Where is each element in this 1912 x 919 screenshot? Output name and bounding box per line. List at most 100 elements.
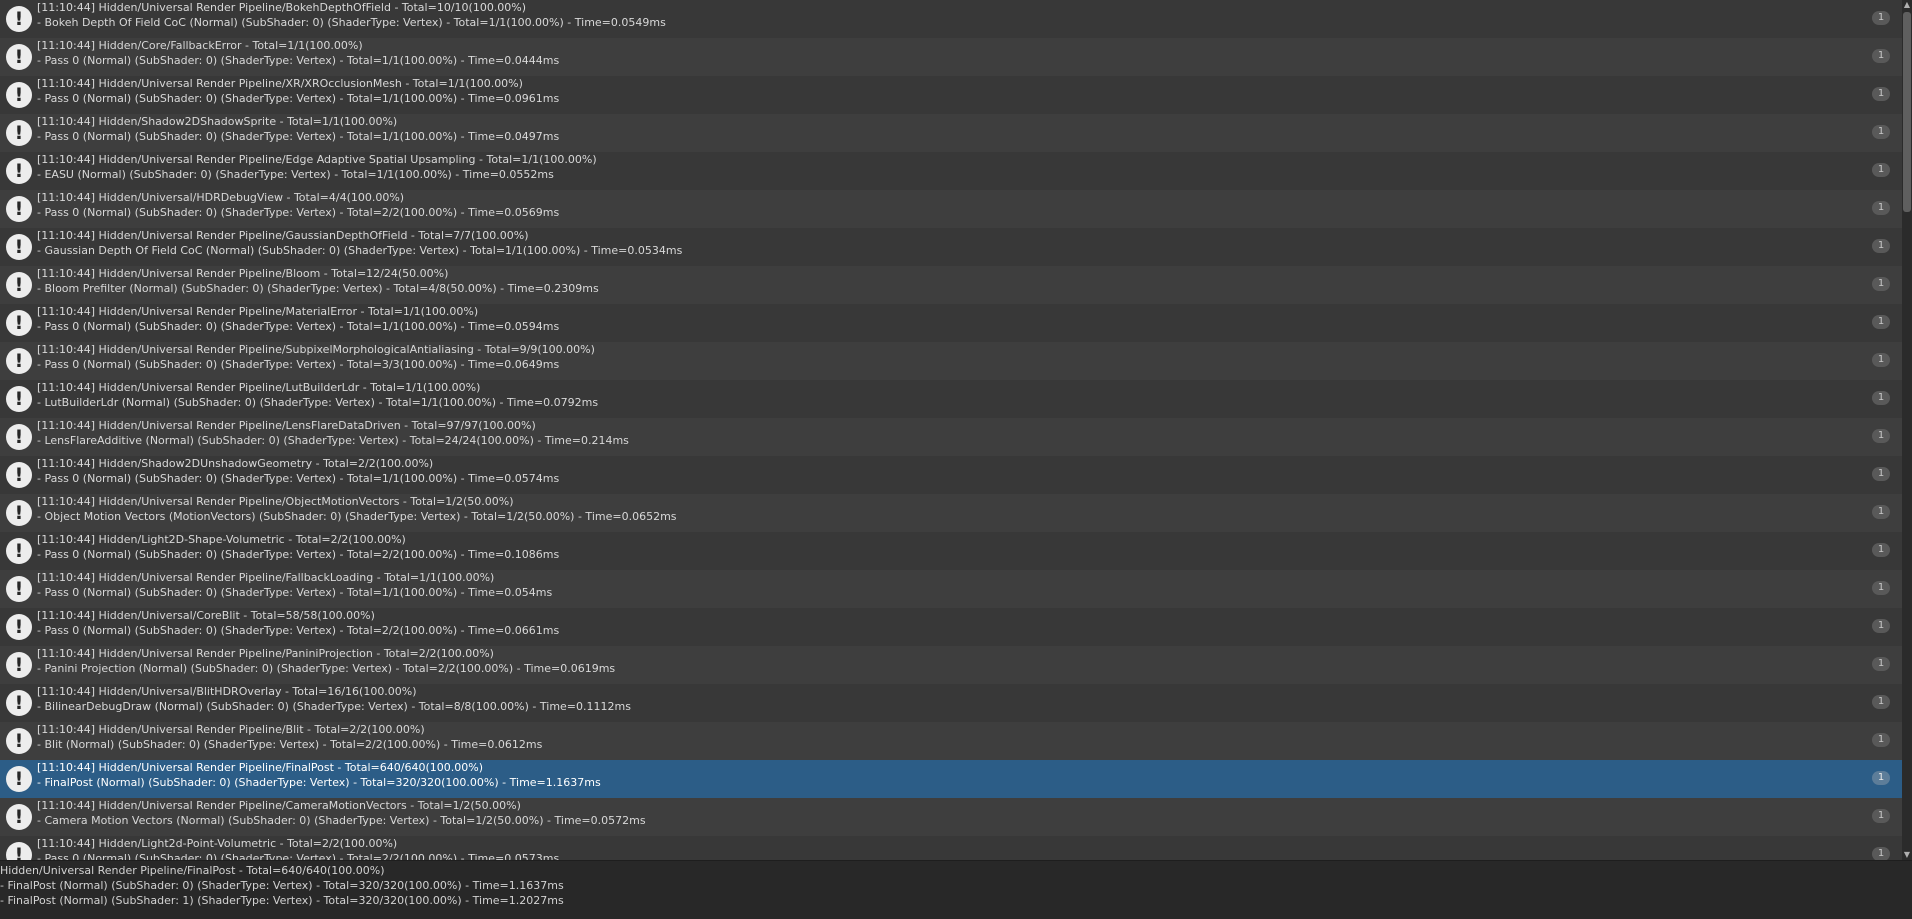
collapse-count-badge: 1 (1872, 771, 1890, 785)
log-entry-text: [11:10:44] Hidden/Shadow2DShadowSprite -… (37, 114, 1842, 144)
log-entry-line2: - Pass 0 (Normal) (SubShader: 0) (Shader… (37, 472, 560, 485)
collapse-count-badge: 1 (1872, 543, 1890, 557)
log-entry-line2: - Pass 0 (Normal) (SubShader: 0) (Shader… (37, 54, 560, 67)
log-entry-row[interactable]: ! [11:10:44] Hidden/Light2d-Point-Volumet… (0, 836, 1902, 860)
collapse-count-badge: 1 (1872, 809, 1890, 823)
log-entry-text: [11:10:44] Hidden/Universal Render Pipel… (37, 266, 1842, 296)
warning-exclamation-icon: ! (6, 6, 32, 32)
collapse-count-badge: 1 (1872, 429, 1890, 443)
log-entry-row[interactable]: ! [11:10:44] Hidden/Universal Render Pipe… (0, 228, 1902, 266)
log-entry-line1: [11:10:44] Hidden/Universal Render Pipel… (37, 1, 527, 14)
log-entry-line1: [11:10:44] Hidden/Universal Render Pipel… (37, 495, 514, 508)
log-entry-text: [11:10:44] Hidden/Universal Render Pipel… (37, 760, 1842, 790)
collapse-count-badge: 1 (1872, 467, 1890, 481)
log-entry-line2: - Bloom Prefilter (Normal) (SubShader: 0… (37, 282, 599, 295)
log-entry-row[interactable]: ! [11:10:44] Hidden/Universal Render Pipe… (0, 494, 1902, 532)
detail-line: Hidden/Universal Render Pipeline/FinalPo… (0, 864, 385, 877)
log-entry-text: [11:10:44] Hidden/Light2d-Point-Volumetr… (37, 836, 1842, 860)
log-entry-line2: - Pass 0 (Normal) (SubShader: 0) (Shader… (37, 548, 560, 561)
log-entry-row[interactable]: ! [11:10:44] Hidden/Universal Render Pipe… (0, 646, 1902, 684)
collapse-count-badge: 1 (1872, 733, 1890, 747)
collapse-count-badge: 1 (1872, 163, 1890, 177)
log-entry-line2: - Bokeh Depth Of Field CoC (Normal) (Sub… (37, 16, 666, 29)
log-entry-line1: [11:10:44] Hidden/Core/FallbackError - T… (37, 39, 363, 52)
warning-exclamation-icon: ! (6, 272, 32, 298)
warning-exclamation-icon: ! (6, 576, 32, 602)
log-entry-line2: - Pass 0 (Normal) (SubShader: 0) (Shader… (37, 206, 560, 219)
log-entry-line1: [11:10:44] Hidden/Universal Render Pipel… (37, 723, 425, 736)
log-entry-line1: [11:10:44] Hidden/Universal Render Pipel… (37, 305, 479, 318)
scroll-down-arrow-icon[interactable]: ▼ (1903, 850, 1911, 860)
warning-exclamation-icon: ! (6, 424, 32, 450)
log-entry-line2: - Gaussian Depth Of Field CoC (Normal) (… (37, 244, 683, 257)
collapse-count-badge: 1 (1872, 619, 1890, 633)
log-entry-line2: - FinalPost (Normal) (SubShader: 0) (Sha… (37, 776, 601, 789)
log-entry-line2: - Pass 0 (Normal) (SubShader: 0) (Shader… (37, 130, 560, 143)
log-entry-row[interactable]: ! [11:10:44] Hidden/Universal Render Pipe… (0, 722, 1902, 760)
log-entry-text: [11:10:44] Hidden/Universal/HDRDebugView… (37, 190, 1842, 220)
detail-line: - FinalPost (Normal) (SubShader: 1) (Sha… (0, 894, 564, 907)
log-entry-row[interactable]: ! [11:10:44] Hidden/Universal/CoreBlit - … (0, 608, 1902, 646)
log-entry-line1: [11:10:44] Hidden/Universal Render Pipel… (37, 229, 529, 242)
log-entry-text: [11:10:44] Hidden/Universal/CoreBlit - T… (37, 608, 1842, 638)
warning-exclamation-icon: ! (6, 82, 32, 108)
log-entry-line1: [11:10:44] Hidden/Universal Render Pipel… (37, 571, 495, 584)
collapse-count-badge: 1 (1872, 505, 1890, 519)
log-entry-line2: - LutBuilderLdr (Normal) (SubShader: 0) … (37, 396, 599, 409)
log-entry-line1: [11:10:44] Hidden/Universal Render Pipel… (37, 77, 523, 90)
scroll-up-arrow-icon[interactable]: ▲ (1903, 0, 1911, 10)
collapse-count-badge: 1 (1872, 581, 1890, 595)
log-entry-row[interactable]: ! [11:10:44] Hidden/Universal Render Pipe… (0, 76, 1902, 114)
log-entry-text: [11:10:44] Hidden/Universal Render Pipel… (37, 380, 1842, 410)
collapse-count-badge: 1 (1872, 353, 1890, 367)
log-entry-line1: [11:10:44] Hidden/Light2D-Shape-Volumetr… (37, 533, 406, 546)
warning-exclamation-icon: ! (6, 842, 32, 860)
log-entry-text: [11:10:44] Hidden/Universal Render Pipel… (37, 798, 1842, 828)
warning-exclamation-icon: ! (6, 158, 32, 184)
log-entry-text: [11:10:44] Hidden/Core/FallbackError - T… (37, 38, 1842, 68)
log-entry-row[interactable]: ! [11:10:44] Hidden/Universal Render Pipe… (0, 798, 1902, 836)
log-entry-text: [11:10:44] Hidden/Universal Render Pipel… (37, 418, 1842, 448)
log-entry-row[interactable]: ! [11:10:44] Hidden/Shadow2DShadowSprite … (0, 114, 1902, 152)
log-entry-row[interactable]: ! [11:10:44] Hidden/Universal/HDRDebugVie… (0, 190, 1902, 228)
warning-exclamation-icon: ! (6, 728, 32, 754)
log-entry-line1: [11:10:44] Hidden/Universal Render Pipel… (37, 153, 597, 166)
log-entry-row[interactable]: ! [11:10:44] Hidden/Universal/BlitHDROver… (0, 684, 1902, 722)
log-entry-row[interactable]: ! [11:10:44] Hidden/Universal Render Pipe… (0, 0, 1902, 38)
log-entry-row[interactable]: ! [11:10:44] Hidden/Universal Render Pipe… (0, 380, 1902, 418)
log-entry-row[interactable]: ! [11:10:44] Hidden/Universal Render Pipe… (0, 418, 1902, 456)
warning-exclamation-icon: ! (6, 652, 32, 678)
log-entry-text: [11:10:44] Hidden/Universal Render Pipel… (37, 342, 1842, 372)
collapse-count-badge: 1 (1872, 201, 1890, 215)
log-entry-row[interactable]: ! [11:10:44] Hidden/Universal Render Pipe… (0, 760, 1902, 798)
log-entry-row[interactable]: ! [11:10:44] Hidden/Universal Render Pipe… (0, 570, 1902, 608)
collapse-count-badge: 1 (1872, 315, 1890, 329)
log-entry-row[interactable]: ! [11:10:44] Hidden/Universal Render Pipe… (0, 152, 1902, 190)
warning-exclamation-icon: ! (6, 120, 32, 146)
log-entry-row[interactable]: ! [11:10:44] Hidden/Universal Render Pipe… (0, 266, 1902, 304)
vertical-scrollbar[interactable]: ▲ ▼ (1902, 0, 1912, 860)
warning-exclamation-icon: ! (6, 690, 32, 716)
log-entry-row[interactable]: ! [11:10:44] Hidden/Core/FallbackError - … (0, 38, 1902, 76)
log-detail-pane[interactable]: Hidden/Universal Render Pipeline/FinalPo… (0, 860, 1912, 919)
log-entry-row[interactable]: ! [11:10:44] Hidden/Light2D-Shape-Volumet… (0, 532, 1902, 570)
log-entry-line2: - BilinearDebugDraw (Normal) (SubShader:… (37, 700, 631, 713)
log-entry-row[interactable]: ! [11:10:44] Hidden/Shadow2DUnshadowGeome… (0, 456, 1902, 494)
log-entry-line2: - LensFlareAdditive (Normal) (SubShader:… (37, 434, 629, 447)
log-entry-line1: [11:10:44] Hidden/Universal/HDRDebugView… (37, 191, 405, 204)
scrollbar-thumb[interactable] (1903, 12, 1911, 212)
log-entry-line1: [11:10:44] Hidden/Universal Render Pipel… (37, 761, 483, 774)
log-entry-line1: [11:10:44] Hidden/Universal/BlitHDROverl… (37, 685, 417, 698)
collapse-count-badge: 1 (1872, 657, 1890, 671)
log-entry-text: [11:10:44] Hidden/Universal Render Pipel… (37, 76, 1842, 106)
warning-exclamation-icon: ! (6, 538, 32, 564)
log-entry-row[interactable]: ! [11:10:44] Hidden/Universal Render Pipe… (0, 342, 1902, 380)
console-log-list[interactable]: ! [11:10:44] Hidden/Universal Render Pipe… (0, 0, 1902, 860)
warning-exclamation-icon: ! (6, 804, 32, 830)
collapse-count-badge: 1 (1872, 277, 1890, 291)
log-entry-line1: [11:10:44] Hidden/Universal Render Pipel… (37, 799, 521, 812)
log-entry-line2: - Blit (Normal) (SubShader: 0) (ShaderTy… (37, 738, 543, 751)
log-entry-line1: [11:10:44] Hidden/Universal Render Pipel… (37, 647, 494, 660)
warning-exclamation-icon: ! (6, 348, 32, 374)
log-entry-row[interactable]: ! [11:10:44] Hidden/Universal Render Pipe… (0, 304, 1902, 342)
